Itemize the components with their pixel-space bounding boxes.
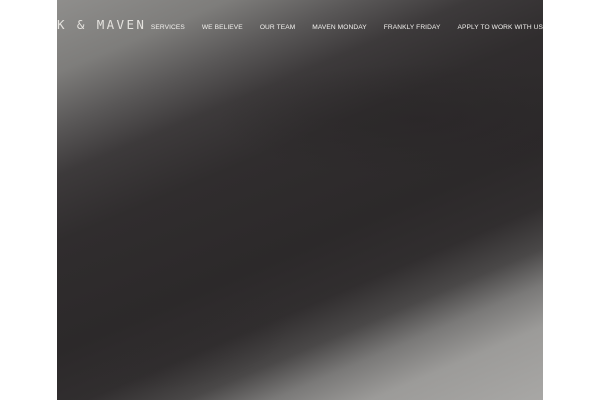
nav-item-frankly-friday[interactable]: FRANKLY FRIDAY — [384, 22, 441, 34]
nav-item-maven-monday[interactable]: MAVEN MONDAY — [312, 22, 366, 34]
nav-item-we-believe[interactable]: WE BELIEVE — [202, 22, 243, 34]
nav-item-our-team[interactable]: OUR TEAM — [260, 22, 295, 34]
nav-item-apply-to-work-with-us[interactable]: APPLY TO WORK WITH US — [457, 22, 543, 34]
site-logo[interactable]: K & MAVEN — [57, 17, 146, 32]
hero-background-image — [57, 0, 543, 400]
nav-item-services[interactable]: SERVICES — [151, 22, 185, 34]
page: K & MAVEN SERVICES WE BELIEVE OUR TEAM M… — [0, 0, 600, 400]
main-nav: SERVICES WE BELIEVE OUR TEAM MAVEN MONDA… — [151, 22, 543, 34]
